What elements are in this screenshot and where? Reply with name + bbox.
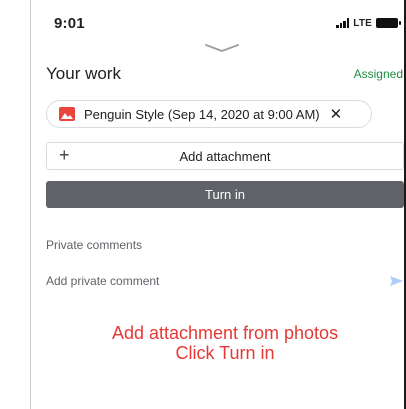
app-screen: 9:01 LTE Your work Assigned Penguin Styl… [0,0,406,409]
instruction-overlay: Add attachment from photos Click Turn in [46,323,404,363]
signal-icon [336,18,350,28]
private-comments-heading: Private comments [46,238,143,252]
battery-icon [376,18,401,28]
status-bar: 9:01 LTE [0,0,404,40]
image-icon [59,107,75,121]
add-attachment-button[interactable]: + Add attachment [46,142,404,170]
network-type: LTE [353,17,372,29]
assignment-status: Assigned [353,67,403,81]
instruction-line-1: Add attachment from photos [111,323,339,343]
status-indicators: LTE [336,17,401,29]
turn-in-label: Turn in [205,187,245,202]
attachment-name[interactable]: Penguin Style (Sep 14, 2020 at 9:00 AM) [84,107,320,122]
private-comment-input[interactable]: Add private comment [46,274,159,288]
page-title: Your work [46,64,121,83]
instruction-line-2: Click Turn in [175,343,275,363]
turn-in-button[interactable]: Turn in [46,181,404,208]
add-attachment-label: Add attachment [179,148,271,164]
plus-icon: + [59,145,70,165]
sheet-grabber-icon[interactable] [204,43,240,53]
send-icon[interactable] [390,276,403,286]
remove-attachment-icon[interactable]: ✕ [330,107,343,122]
status-time: 9:01 [54,15,85,32]
attachment-chip[interactable]: Penguin Style (Sep 14, 2020 at 9:00 AM) … [46,100,372,128]
left-border [30,0,31,409]
